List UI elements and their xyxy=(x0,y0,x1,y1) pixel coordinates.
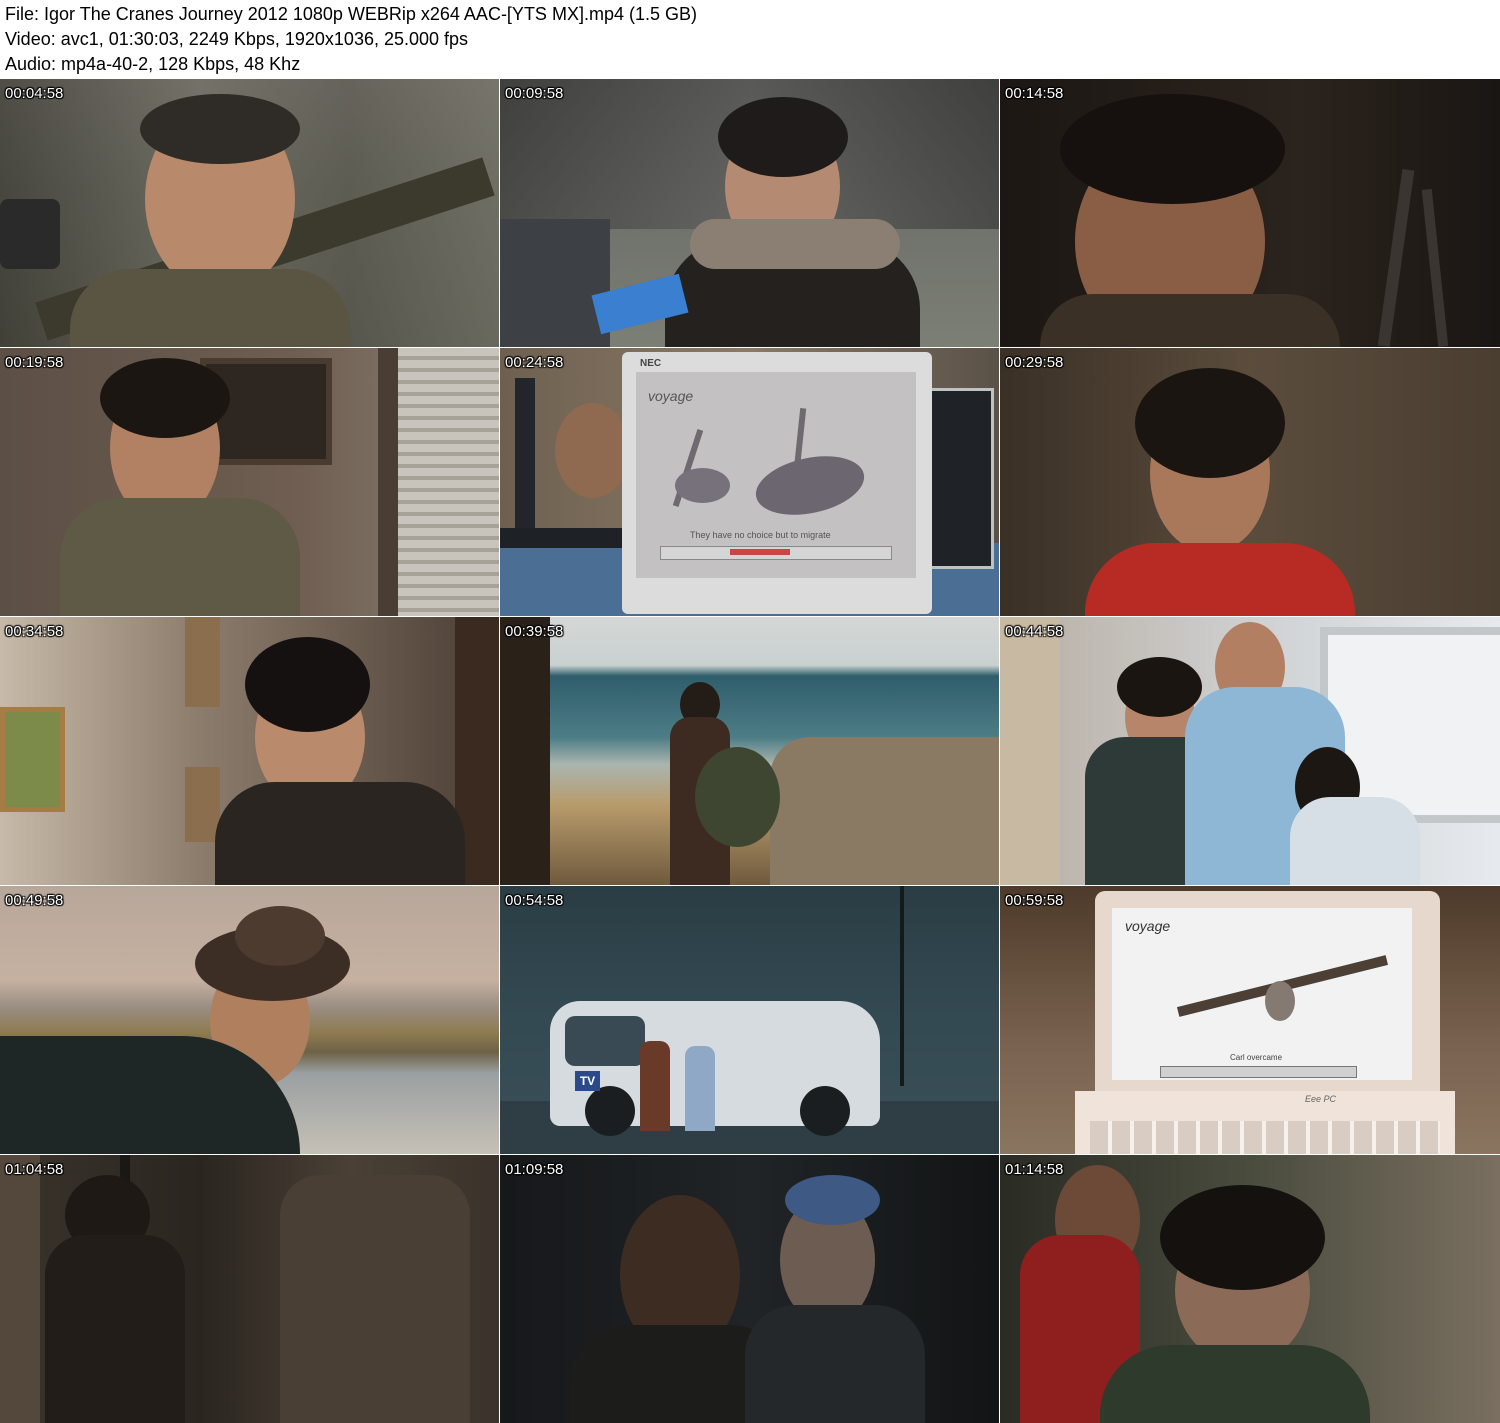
screen-subtitle: They have no choice but to migrate xyxy=(690,530,831,540)
video-info-line: Video: avc1, 01:30:03, 2249 Kbps, 1920x1… xyxy=(5,29,469,49)
timestamp: 00:24:58 xyxy=(505,354,564,371)
timestamp: 00:59:58 xyxy=(1005,892,1064,909)
netbook-subtitle: Carl overcame xyxy=(1230,1053,1283,1062)
thumbnail: 00:14:58 xyxy=(1000,79,1500,347)
thumbnail: 00:04:58 xyxy=(0,79,499,347)
thumbnail: NEC voyage They have no choice but to mi… xyxy=(500,348,999,616)
thumbnail: 01:14:58 xyxy=(1000,1155,1500,1423)
timestamp: 00:54:58 xyxy=(505,892,564,909)
voyage-logo-netbook: voyage xyxy=(1125,918,1171,934)
thumbnail: 01:09:58 xyxy=(500,1155,999,1423)
timestamp: 00:19:58 xyxy=(5,354,64,371)
timestamp: 00:14:58 xyxy=(1005,85,1064,102)
thumbnail-grid: 00:04:58 00:09:58 00:14:58 00:19:58 NEC … xyxy=(0,79,1500,1423)
thumbnail: 00:29:58 xyxy=(1000,348,1500,616)
thumbnail: 01:04:58 xyxy=(0,1155,499,1423)
timestamp: 00:09:58 xyxy=(505,85,564,102)
monitor-brand: NEC xyxy=(640,358,662,369)
audio-info-line: Audio: mp4a-40-2, 128 Kbps, 48 Khz xyxy=(5,54,301,74)
netbook-brand: Eee PC xyxy=(1305,1094,1337,1104)
thumbnail: 00:34:58 xyxy=(0,617,499,885)
timestamp: 00:29:58 xyxy=(1005,354,1064,371)
file-info-line: File: Igor The Cranes Journey 2012 1080p… xyxy=(5,4,697,24)
thumbnail: 00:19:58 xyxy=(0,348,499,616)
timestamp: 00:39:58 xyxy=(505,623,564,640)
thumbnail: 00:49:58 xyxy=(0,886,499,1154)
thumbnail: 00:09:58 xyxy=(500,79,999,347)
timestamp: 00:44:58 xyxy=(1005,623,1064,640)
timestamp: 00:49:58 xyxy=(5,892,64,909)
thumbnail: 00:44:58 xyxy=(1000,617,1500,885)
thumbnail: 00:39:58 xyxy=(500,617,999,885)
file-info-header: File: Igor The Cranes Journey 2012 1080p… xyxy=(0,0,1500,79)
voyage-logo: voyage xyxy=(648,388,694,404)
timestamp: 01:04:58 xyxy=(5,1161,64,1178)
thumbnail: voyage Carl overcame Eee PC 00:59:58 xyxy=(1000,886,1500,1154)
thumbnail: TV 00:54:58 xyxy=(500,886,999,1154)
timestamp: 01:09:58 xyxy=(505,1161,564,1178)
timestamp: 00:34:58 xyxy=(5,623,64,640)
timestamp: 00:04:58 xyxy=(5,85,64,102)
timestamp: 01:14:58 xyxy=(1005,1161,1064,1178)
